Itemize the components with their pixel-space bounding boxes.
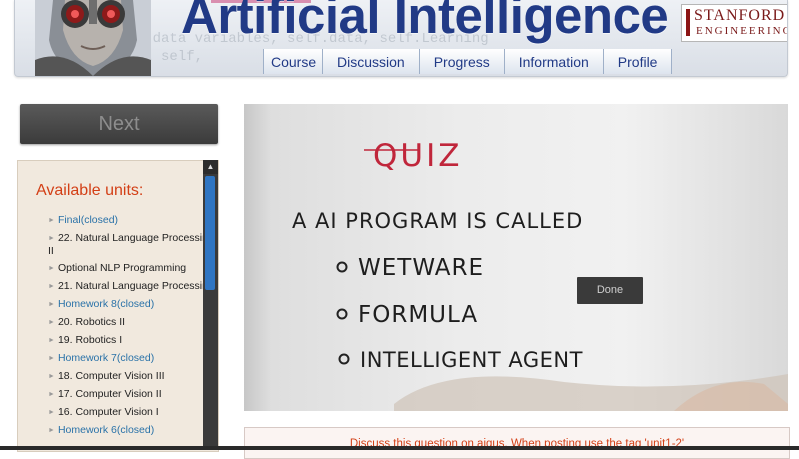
unit-label: 17. Computer Vision II [57, 388, 162, 400]
tab-information[interactable]: Information [503, 49, 603, 74]
triangle-right-icon: ► [48, 427, 55, 434]
triangle-right-icon: ► [48, 355, 55, 362]
unit-label: 21. Natural Language Processing [57, 280, 214, 292]
unit-item[interactable]: ► 16. Computer Vision I [38, 406, 218, 419]
unit-label: 22. Natural Language Processing II [48, 232, 214, 257]
units-panel: Available units: ► Final(closed) ► 22. Natu… [17, 160, 219, 452]
main-nav: Course Discussion Progress Information P… [263, 49, 673, 74]
tab-course[interactable]: Course [263, 49, 322, 74]
tab-profile[interactable]: Profile [602, 49, 673, 74]
unit-label[interactable]: Homework 8(closed) [58, 298, 154, 310]
scroll-up-arrow-icon[interactable]: ▲ [203, 160, 218, 174]
logo-engineering-text: ENGINEERING [696, 25, 788, 37]
units-title: Available units: [36, 182, 144, 199]
unit-item[interactable]: ► Homework 6(closed) [38, 424, 218, 437]
unit-item[interactable]: ► Homework 7(closed) [38, 352, 218, 365]
unit-label[interactable]: Final(closed) [58, 214, 118, 226]
option-3-radio-icon [338, 353, 350, 365]
quiz-title: QUIZ [373, 138, 462, 174]
scroll-thumb[interactable] [205, 176, 215, 290]
option-2-text: FORMULA [358, 302, 478, 328]
unit-label: Optional NLP Programming [57, 262, 187, 274]
lecture-video[interactable]: QUIZ A AI PROGRAM IS CALLED WETWARE FORM… [244, 104, 788, 411]
unit-item[interactable]: ► Optional NLP Programming [38, 262, 218, 275]
unit-item[interactable]: ► Final(closed) [38, 214, 218, 227]
unit-item[interactable]: ► 18. Computer Vision III [38, 370, 218, 383]
units-list: ► Final(closed) ► 22. Natural Language Proc… [38, 214, 218, 442]
unit-label: 18. Computer Vision III [57, 370, 165, 382]
unit-item[interactable]: ► Homework 8(closed) [38, 298, 218, 311]
unit-item[interactable]: ► 17. Computer Vision II [38, 388, 218, 401]
triangle-right-icon: ► [48, 337, 55, 344]
unit-item[interactable]: ► 22. Natural Language Processing II [38, 232, 218, 257]
option-2-radio-icon [336, 308, 348, 320]
unit-item[interactable]: ► 20. Robotics II [38, 316, 218, 329]
quiz-question: A AI PROGRAM IS CALLED [292, 209, 583, 233]
triangle-right-icon: ► [48, 391, 55, 398]
triangle-right-icon: ► [48, 235, 55, 242]
unit-item[interactable]: ► 19. Robotics I [38, 334, 218, 347]
triangle-right-icon: ► [48, 409, 55, 416]
unit-label: 19. Robotics I [57, 334, 123, 346]
tab-progress[interactable]: Progress [418, 49, 504, 74]
course-title: Artificial Intelligence [181, 0, 669, 44]
triangle-right-icon: ► [48, 373, 55, 380]
unit-label[interactable]: Homework 7(closed) [58, 352, 154, 364]
whiteboard-drawing: QUIZ A AI PROGRAM IS CALLED WETWARE FORM… [292, 138, 788, 411]
triangle-right-icon: ► [48, 319, 55, 326]
unit-label[interactable]: Homework 6(closed) [58, 424, 154, 436]
triangle-right-icon: ► [48, 283, 55, 290]
triangle-right-icon: ► [48, 301, 55, 308]
triangle-right-icon: ► [48, 265, 55, 272]
unit-label: 16. Computer Vision I [57, 406, 159, 418]
logo-stanford-text: STANFORD [694, 7, 786, 24]
tab-discussion[interactable]: Discussion [322, 49, 419, 74]
done-button[interactable]: Done [577, 277, 643, 304]
next-button[interactable]: Next [20, 104, 218, 144]
bottom-divider [0, 446, 799, 450]
units-scrollbar[interactable]: ▲ [203, 160, 218, 450]
robot-face-image [35, 0, 151, 76]
stanford-engineering-logo: STANFORD ENGINEERING [681, 4, 788, 42]
unit-label: 20. Robotics II [57, 316, 126, 328]
option-3-text: INTELLIGENT AGENT [360, 348, 583, 372]
unit-item[interactable]: ► 21. Natural Language Processing [38, 280, 218, 293]
option-1-radio-icon [336, 261, 348, 273]
option-1-text: WETWARE [358, 255, 484, 281]
site-header: seek-Network, data variables, self.data,… [14, 0, 788, 77]
triangle-right-icon: ► [48, 217, 55, 224]
discussion-box: Discuss this question on aiqus. When pos… [244, 427, 790, 459]
logo-bar [686, 9, 690, 36]
